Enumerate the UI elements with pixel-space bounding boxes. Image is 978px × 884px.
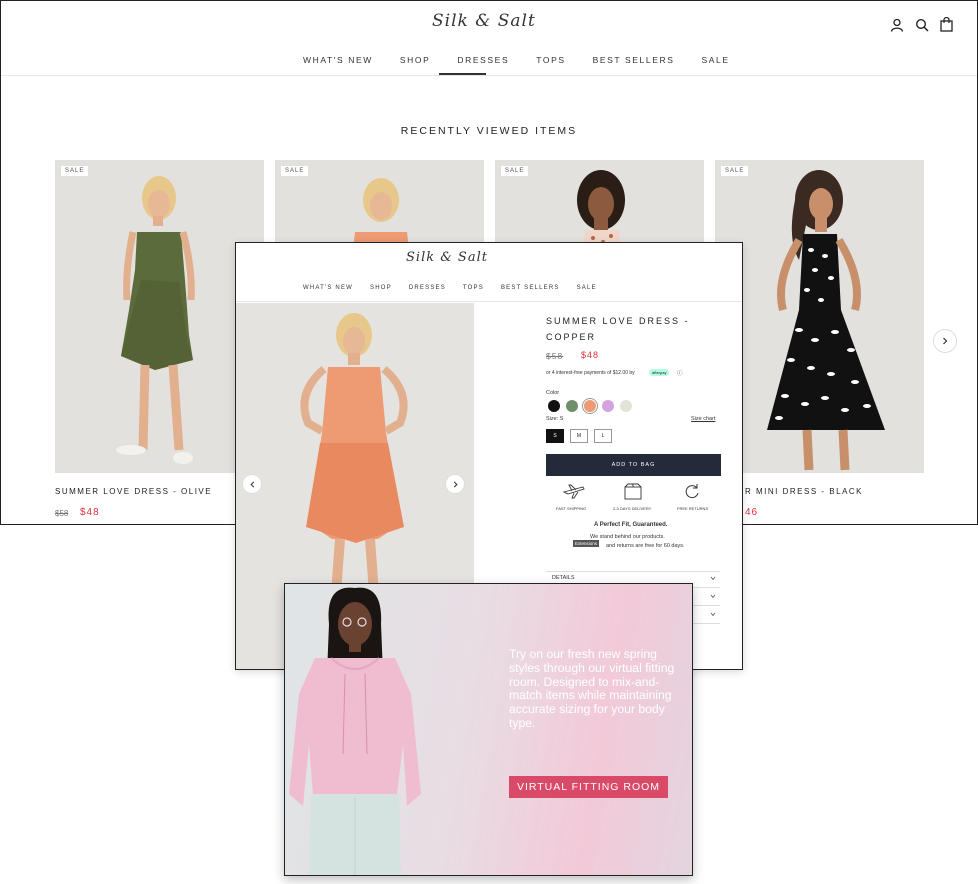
product-title: SUMMER LOVE DRESS - COPPER: [546, 316, 690, 342]
afterpay-text: or 4 interest-free payments of $12.00 by: [546, 370, 635, 376]
price-old: $58: [546, 351, 564, 361]
brand-logo[interactable]: Silk & Salt: [432, 11, 536, 31]
product-title[interactable]: SUMMER LOVE DRESS - OLIVE: [55, 487, 212, 496]
chevron-right-icon: [453, 481, 458, 487]
returns-icon: [685, 484, 699, 499]
bag-icon[interactable]: [940, 17, 953, 32]
product-title[interactable]: R MINI DRESS - BLACK: [745, 487, 863, 496]
chevron-down-icon[interactable]: [710, 612, 716, 617]
feature-delivery: 2-3 DAYS DELIVERY: [613, 506, 652, 511]
chevron-right-icon: [943, 337, 948, 345]
box-icon: [624, 483, 642, 500]
nav-dresses[interactable]: DRESSES: [409, 285, 446, 291]
feature-free-returns: FREE RETURNS: [677, 506, 709, 511]
promo-description: Try on our fresh new spring styles throu…: [509, 647, 675, 730]
brand-logo[interactable]: Silk & Salt: [406, 250, 488, 265]
section-title: RECENTLY VIEWED ITEMS: [400, 125, 578, 137]
nav-sale[interactable]: SALE: [577, 285, 597, 291]
price-sale: $48: [581, 350, 600, 360]
guarantee-line1: We stand behind our products.: [590, 534, 665, 540]
nav-best-sellers[interactable]: BEST SELLERS: [501, 285, 560, 291]
nav-dresses[interactable]: DRESSES: [457, 55, 509, 65]
carousel-next-button[interactable]: [933, 329, 957, 353]
add-to-bag-button[interactable]: ADD TO BAG: [546, 454, 721, 476]
swatch-green[interactable]: [566, 400, 578, 412]
size-s-button[interactable]: S: [546, 429, 564, 443]
virtual-fitting-promo-window: Try on our fresh new spring styles throu…: [284, 583, 693, 876]
price-sale: $48: [80, 507, 100, 518]
chevron-down-icon[interactable]: [710, 576, 716, 581]
plane-icon: [563, 484, 585, 499]
swatch-cream[interactable]: [620, 400, 632, 412]
price-sale: 46: [745, 507, 759, 518]
image-next-button[interactable]: [445, 474, 465, 494]
nav-best-sellers[interactable]: BEST SELLERS: [593, 55, 675, 65]
extensions-tooltip: Extensions: [573, 540, 600, 547]
nav-shop[interactable]: SHOP: [400, 55, 431, 65]
swatch-lilac[interactable]: [602, 400, 614, 412]
header-divider: [1, 75, 977, 76]
header-divider: [236, 301, 742, 302]
sale-badge: SALE: [281, 166, 309, 176]
nav-whats-new[interactable]: WHAT'S NEW: [303, 285, 353, 291]
product-image: [116, 176, 195, 464]
afterpay-badge[interactable]: afterpay: [649, 369, 670, 376]
nav-tops[interactable]: TOPS: [463, 285, 484, 291]
product-card-olive[interactable]: SALE: [55, 160, 264, 473]
product-card-black[interactable]: SALE: [715, 160, 924, 473]
swatch-black[interactable]: [548, 400, 560, 412]
product-image: [767, 170, 885, 471]
size-chart-link[interactable]: Size chart: [691, 416, 715, 422]
sale-badge: SALE: [501, 166, 529, 176]
guarantee-line2: and returns are free for 60 days.: [606, 543, 685, 549]
chevron-down-icon[interactable]: [710, 594, 716, 599]
virtual-fitting-room-button[interactable]: VIRTUAL FITTING ROOM: [509, 776, 668, 798]
guarantee-title: A Perfect Fit, Guaranteed.: [594, 522, 668, 528]
account-icon[interactable]: [890, 18, 904, 32]
nav-whats-new[interactable]: WHAT'S NEW: [303, 55, 373, 65]
search-icon[interactable]: [915, 18, 929, 32]
details-accordion[interactable]: DETAILS: [552, 575, 575, 581]
size-label: Size: S: [546, 416, 564, 422]
chevron-left-icon: [249, 481, 254, 487]
main-nav: WHAT'S NEW SHOP DRESSES TOPS BEST SELLER…: [303, 285, 597, 291]
color-label: Color: [546, 390, 560, 396]
model-image: [289, 587, 421, 875]
nav-shop[interactable]: SHOP: [370, 285, 392, 291]
size-m-button[interactable]: M: [570, 429, 588, 443]
sale-badge: SALE: [61, 166, 89, 176]
swatch-copper[interactable]: [584, 400, 596, 412]
info-icon[interactable]: ⓘ: [677, 369, 683, 377]
nav-tops[interactable]: TOPS: [536, 55, 565, 65]
feature-fast-shipping: FAST SHIPPING: [556, 506, 587, 511]
accordion-divider: [546, 571, 720, 572]
sale-badge: SALE: [721, 166, 749, 176]
size-l-button[interactable]: L: [594, 429, 612, 443]
main-nav: WHAT'S NEW SHOP DRESSES TOPS BEST SELLER…: [303, 55, 730, 65]
nav-sale[interactable]: SALE: [702, 55, 730, 65]
image-prev-button[interactable]: [242, 474, 262, 494]
price-old: $58: [55, 509, 69, 518]
